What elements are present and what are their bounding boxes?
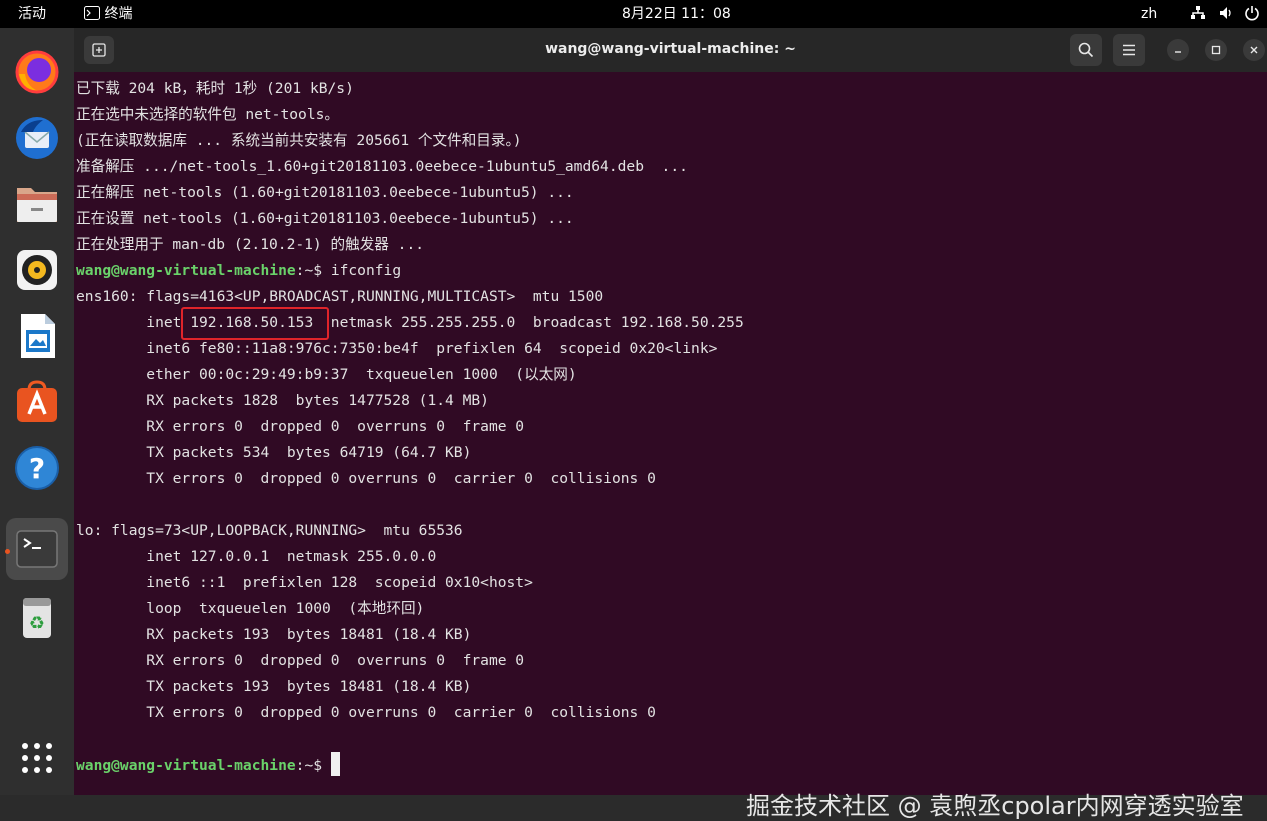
- menu-button[interactable]: [1113, 34, 1145, 66]
- output-line: lo: flags=73<UP,LOOPBACK,RUNNING> mtu 65…: [76, 522, 463, 539]
- rhythmbox-icon[interactable]: [13, 246, 61, 294]
- activities-button[interactable]: 活动: [18, 5, 46, 23]
- terminal-window: wang@wang-virtual-machine: ~ 已下载 204 kB，…: [74, 28, 1267, 820]
- output-line: 正在选中未选择的软件包 net-tools。: [76, 106, 339, 123]
- output-line: RX errors 0 dropped 0 overruns 0 frame 0: [76, 418, 525, 435]
- output-line: TX packets 534 bytes 64719 (64.7 KB): [76, 444, 472, 461]
- power-icon[interactable]: [1244, 5, 1260, 26]
- close-button[interactable]: [1243, 39, 1265, 61]
- prompt-path: :~$: [295, 757, 331, 774]
- prompt-user-host: wang@wang-virtual-machine: [76, 757, 296, 774]
- output-line: RX errors 0 dropped 0 overruns 0 frame 0: [76, 652, 525, 669]
- app-name: 终端: [104, 6, 133, 22]
- writer-icon[interactable]: [13, 312, 61, 360]
- trash-icon[interactable]: ♻: [13, 594, 61, 642]
- terminal-app-icon: [84, 6, 100, 20]
- app-center-icon[interactable]: [13, 378, 61, 426]
- files-icon[interactable]: [13, 180, 61, 228]
- firefox-icon[interactable]: [13, 48, 61, 96]
- output-line: 正在设置 net-tools (1.60+git20181103.0eebece…: [76, 210, 574, 227]
- search-icon: [1078, 42, 1094, 58]
- running-indicator: [5, 549, 10, 554]
- minimize-icon: [1175, 51, 1181, 53]
- svg-text:?: ?: [29, 452, 45, 485]
- maximize-button[interactable]: [1205, 39, 1227, 61]
- volume-icon[interactable]: [1218, 5, 1234, 26]
- prompt-line: wang@wang-virtual-machine:~$ ifconfig: [76, 258, 401, 284]
- prompt-line: wang@wang-virtual-machine:~$: [76, 752, 340, 778]
- input-method-indicator[interactable]: zh: [1141, 5, 1157, 23]
- search-button[interactable]: [1070, 34, 1102, 66]
- thunderbird-icon[interactable]: [13, 114, 61, 162]
- output-line: loop txqueuelen 1000 (本地环回): [76, 600, 425, 617]
- output-line: ether 00:0c:29:49:b9:37 txqueuelen 1000 …: [76, 366, 577, 383]
- output-line: inet6 fe80::11a8:976c:7350:be4f prefixle…: [76, 340, 718, 357]
- output-line: 正在处理用于 man-db (2.10.2-1) 的触发器 ...: [76, 236, 425, 253]
- prompt-path: :~$: [295, 262, 331, 279]
- output-line: ens160: flags=4163<UP,BROADCAST,RUNNING,…: [76, 288, 604, 305]
- app-menu[interactable]: 终端: [84, 5, 132, 23]
- output-line: RX packets 193 bytes 18481 (18.4 KB): [76, 626, 472, 643]
- output-line: inet 192.168.50.153 netmask 255.255.255.…: [76, 314, 744, 331]
- output-line: (正在读取数据库 ... 系统当前共安装有 205661 个文件和目录。): [76, 132, 522, 149]
- output-line: 正在解压 net-tools (1.60+git20181103.0eebece…: [76, 184, 574, 201]
- top-bar: 活动 终端 8月22日 11：08 zh: [0, 0, 1267, 28]
- output-line: inet6 ::1 prefixlen 128 scopeid 0x10<hos…: [76, 574, 533, 591]
- command-text: ifconfig: [330, 262, 402, 279]
- svg-text:♻: ♻: [29, 613, 45, 634]
- output-line: RX packets 1828 bytes 1477528 (1.4 MB): [76, 392, 489, 409]
- minimize-button[interactable]: [1167, 39, 1189, 61]
- terminal-output[interactable]: 已下载 204 kB，耗时 1秒 (201 kB/s) 正在选中未选择的软件包 n…: [74, 72, 1267, 820]
- window-header: wang@wang-virtual-machine: ~: [74, 28, 1267, 72]
- output-line: 已下载 204 kB，耗时 1秒 (201 kB/s): [76, 80, 354, 97]
- close-icon: [1250, 46, 1258, 54]
- output-line: inet 127.0.0.1 netmask 255.0.0.0: [76, 548, 437, 565]
- dock: ? ♻: [0, 28, 74, 795]
- terminal-icon[interactable]: [13, 525, 61, 573]
- network-icon[interactable]: [1190, 5, 1206, 26]
- hamburger-icon: [1123, 44, 1135, 56]
- output-line: TX packets 193 bytes 18481 (18.4 KB): [76, 678, 472, 695]
- output-line: TX errors 0 dropped 0 overruns 0 carrier…: [76, 704, 656, 721]
- maximize-icon: [1211, 45, 1221, 55]
- help-icon[interactable]: ?: [13, 444, 61, 492]
- prompt-user-host: wang@wang-virtual-machine: [76, 262, 296, 279]
- text-cursor: [330, 752, 340, 776]
- output-line: TX errors 0 dropped 0 overruns 0 carrier…: [76, 470, 656, 487]
- ip-highlight-box: [181, 307, 329, 340]
- show-apps-icon[interactable]: [13, 734, 61, 782]
- output-line: 准备解压 .../net-tools_1.60+git20181103.0eeb…: [76, 158, 688, 175]
- watermark: 掘金技术社区 @ 袁煦丞cpolar内网穿透实验室: [746, 792, 1244, 820]
- clock[interactable]: 8月22日 11：08: [622, 5, 731, 23]
